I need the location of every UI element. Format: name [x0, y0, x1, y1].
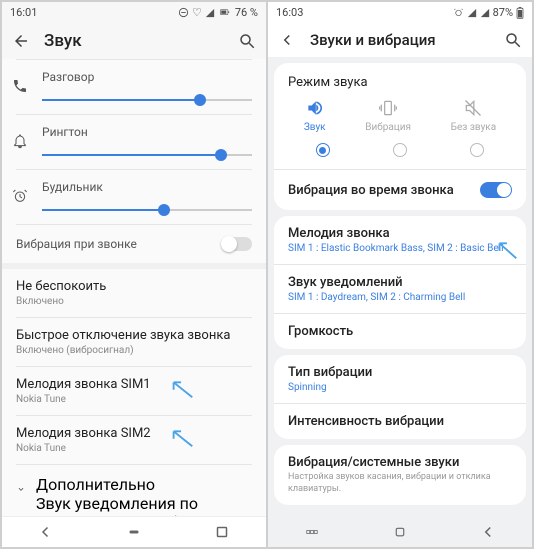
volume-row[interactable]: Громкость	[274, 314, 526, 349]
header: Звук	[2, 23, 266, 59]
row-title: Не беспокоить	[16, 279, 252, 294]
clock: 16:01	[10, 6, 37, 19]
row-title: Интенсивность вибрации	[288, 414, 512, 429]
quick-mute-row[interactable]: Быстрое отключение звука звонка Включено…	[2, 318, 266, 366]
dnd-icon	[178, 7, 189, 18]
row-title: Тип вибрации	[288, 365, 512, 380]
page-title: Звуки и вибрация	[310, 31, 490, 49]
row-sub: Nokia Tune	[16, 443, 252, 454]
signal-icon	[480, 8, 490, 18]
dnd-row[interactable]: Не беспокоить Включено	[2, 269, 266, 317]
signal-icon	[467, 8, 477, 18]
row-title: Звук уведомлений	[288, 275, 512, 290]
battery-pct: 76 %	[235, 6, 258, 19]
battery-pct: 87%	[493, 6, 513, 19]
nav-home-icon[interactable]	[125, 523, 143, 541]
page-title: Звук	[44, 31, 224, 51]
bell-icon	[12, 133, 28, 149]
vibrate-on-call-row[interactable]: Вибрация во время звонка	[274, 170, 526, 210]
row-sub: Включено (вибросигнал)	[16, 345, 252, 356]
row-title: Мелодия звонка	[288, 226, 512, 241]
row-sub: SIM 1 : Elastic Bookmark Bass, SIM 2 : B…	[288, 243, 512, 254]
row-title: Вибрация/системные звуки	[288, 455, 512, 470]
phone-icon	[12, 78, 28, 94]
nav-back-icon[interactable]	[37, 523, 55, 541]
battery-icon	[218, 8, 232, 18]
android-navbar	[2, 516, 266, 547]
ringtone-row[interactable]: Мелодия звонка SIM 1 : Elastic Bookmark …	[274, 216, 526, 264]
ringtone-sim1-row[interactable]: Мелодия звонка SIM1 Nokia Tune	[2, 367, 266, 415]
row-title: Дополнительно	[36, 475, 252, 494]
status-bar: 16:03 87%	[268, 2, 532, 23]
row-title: Мелодия звонка SIM2	[16, 426, 252, 441]
nav-back-icon[interactable]	[479, 523, 497, 541]
ringtone-sim2-row[interactable]: Мелодия звонка SIM2 Nokia Tune	[2, 416, 266, 464]
radio-vibrate[interactable]	[393, 143, 407, 157]
row-sub: Звук уведомления по умолчанию, Звук буди…	[36, 494, 252, 516]
clock: 16:03	[276, 6, 303, 19]
vibration-card: Тип вибрации Spinning Интенсивность вибр…	[274, 355, 526, 439]
vibration-intensity-row[interactable]: Интенсивность вибрации	[274, 404, 526, 439]
system-sounds-card: Вибрация/системные звуки Настройка звуко…	[274, 445, 526, 505]
row-label: Вибрация во время звонка	[288, 183, 454, 198]
search-icon[interactable]	[238, 32, 256, 50]
row-title: Быстрое отключение звука звонка	[16, 328, 252, 343]
mode-label: Вибрация	[365, 122, 411, 133]
nav-home-icon[interactable]	[391, 523, 409, 541]
slider-ring[interactable]: Рингтон	[2, 115, 266, 169]
alarm-status-icon	[453, 7, 464, 18]
notification-row[interactable]: Звук уведомлений SIM 1 : Daydream, SIM 2…	[274, 265, 526, 313]
radio-silent[interactable]	[470, 143, 484, 157]
row-label: Вибрация при звонке	[16, 237, 137, 251]
sound-mode-card: Режим звука Звук Вибрация Без звука	[274, 63, 526, 210]
slider-label: Разговор	[42, 70, 252, 84]
back-icon[interactable]	[12, 32, 30, 50]
vibrate-on-call-row[interactable]: Вибрация при звонке	[2, 225, 266, 263]
row-sub: SIM 1 : Daydream, SIM 2 : Charming Bell	[288, 292, 512, 303]
mode-silent[interactable]: Без звука	[451, 98, 496, 133]
header: Звуки и вибрация	[268, 23, 532, 57]
slider-label: Рингтон	[42, 125, 252, 139]
nav-recent-icon[interactable]	[303, 523, 321, 541]
row-sub: Nokia Tune	[16, 394, 252, 405]
search-icon[interactable]	[504, 31, 522, 49]
row-sub: Настройка звуков касания, вибрации и отк…	[288, 472, 512, 495]
toggle-on[interactable]	[480, 182, 512, 198]
slider-talk[interactable]: Разговор	[2, 60, 266, 114]
nav-recent-icon[interactable]	[213, 523, 231, 541]
ringtone-card: Мелодия звонка SIM 1 : Elastic Bookmark …	[274, 216, 526, 349]
alarm-icon	[12, 188, 28, 204]
row-title: Громкость	[288, 324, 512, 339]
mode-sound[interactable]: Звук	[304, 98, 326, 133]
slider-label: Будильник	[42, 180, 252, 194]
toggle-off[interactable]	[222, 237, 252, 251]
system-sounds-row[interactable]: Вибрация/системные звуки Настройка звуко…	[274, 445, 526, 505]
slider-alarm[interactable]: Будильник	[2, 170, 266, 224]
more-row[interactable]: Дополнительно Звук уведомления по умолча…	[2, 465, 266, 516]
mode-vibrate[interactable]: Вибрация	[365, 98, 411, 133]
row-sub: Включено	[16, 296, 252, 307]
row-sub: Spinning	[288, 382, 512, 393]
radio-sound[interactable]	[316, 143, 330, 157]
mode-label: Без звука	[451, 122, 496, 133]
vibrate-icon	[378, 98, 398, 118]
row-title: Мелодия звонка SIM1	[16, 377, 252, 392]
vibration-type-row[interactable]: Тип вибрации Spinning	[274, 355, 526, 403]
mode-label: Звук	[304, 122, 326, 133]
chevron-down-icon	[16, 479, 26, 498]
sound-icon	[305, 98, 325, 118]
mute-icon	[463, 98, 483, 118]
card-header: Режим звука	[274, 63, 526, 94]
battery-icon	[516, 7, 524, 19]
android-navbar	[268, 517, 532, 547]
back-icon[interactable]	[278, 31, 296, 49]
status-bar: 16:01 ♡ 76 %	[2, 2, 266, 23]
signal-icon	[205, 8, 215, 18]
